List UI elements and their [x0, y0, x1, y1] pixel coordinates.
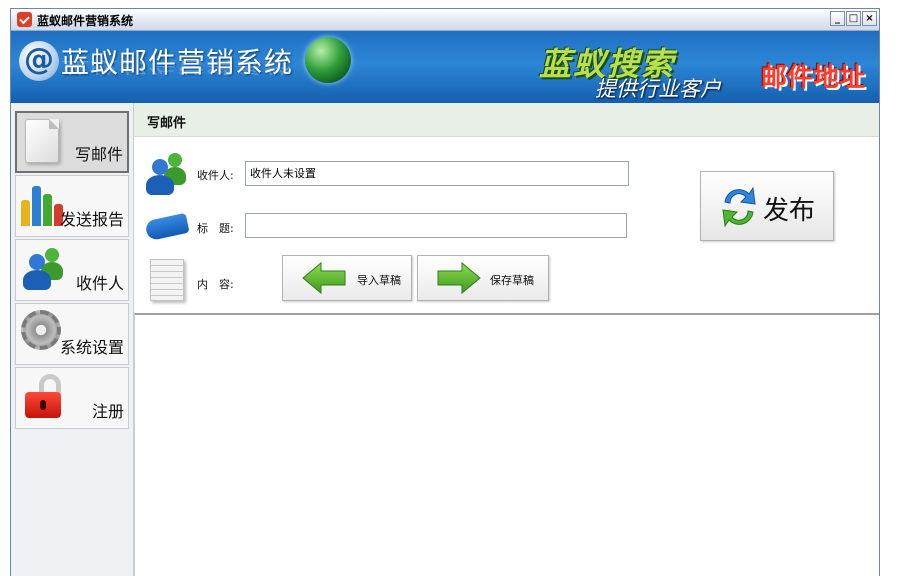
- subject-label: 标 题:: [197, 222, 234, 235]
- app-window: 蓝蚁邮件营销系统 _ □ × @ 蓝蚁邮件营销系统 蓝蚁邮件营销系统 蓝蚁搜索 …: [10, 8, 880, 576]
- users-icon: [21, 246, 65, 290]
- import-draft-label: 导入草稿: [357, 274, 401, 287]
- sidebar-item-send-report[interactable]: 发送报告: [15, 175, 129, 237]
- sidebar-item-label: 系统设置: [59, 338, 124, 357]
- sidebar-item-compose[interactable]: 写邮件: [15, 111, 129, 173]
- recipient-field[interactable]: 收件人未设置: [245, 161, 629, 186]
- banner-slogan-sub: 提供行业客户: [595, 77, 721, 101]
- document-icon: [25, 119, 59, 163]
- save-draft-button[interactable]: 保存草稿: [417, 255, 549, 301]
- subject-input[interactable]: [245, 213, 627, 238]
- arrow-left-icon: [302, 261, 346, 295]
- import-draft-button[interactable]: 导入草稿: [282, 255, 412, 301]
- header-banner: @ 蓝蚁邮件营销系统 蓝蚁邮件营销系统 蓝蚁搜索 提供行业客户 邮件地址: [11, 31, 879, 103]
- sidebar-item-label: 写邮件: [74, 145, 123, 164]
- recipient-users-icon: [144, 151, 188, 195]
- content-document-icon: [150, 259, 184, 301]
- sidebar-item-settings[interactable]: 系统设置: [15, 303, 129, 365]
- save-draft-label: 保存草稿: [490, 274, 534, 287]
- section-title: 写邮件: [147, 116, 187, 131]
- arrow-right-icon: [437, 261, 481, 295]
- title-bar: 蓝蚁邮件营销系统 _ □ ×: [11, 9, 879, 31]
- window-controls: _ □ ×: [830, 11, 877, 26]
- gear-icon: [21, 310, 65, 356]
- publish-button[interactable]: 发布: [700, 171, 834, 241]
- sidebar: 写邮件 发送报告 收件人 系统设置 注册: [11, 103, 134, 576]
- section-header: 写邮件: [134, 103, 879, 137]
- bar-chart-icon: [21, 182, 65, 226]
- content-label: 内 容:: [197, 278, 234, 291]
- tag-icon: [144, 212, 190, 242]
- unlock-icon: [21, 374, 65, 418]
- sidebar-item-recipients[interactable]: 收件人: [15, 239, 129, 301]
- window-title: 蓝蚁邮件营销系统: [37, 14, 134, 28]
- publish-label: 发布: [763, 196, 816, 226]
- sidebar-item-label: 收件人: [75, 274, 124, 293]
- app-icon: [17, 12, 32, 27]
- refresh-icon: [722, 186, 756, 228]
- sidebar-item-label: 发送报告: [59, 210, 124, 229]
- sidebar-item-register[interactable]: 注册: [15, 367, 129, 429]
- close-button[interactable]: ×: [862, 11, 877, 26]
- compose-panel: 写邮件 收件人: 收件人未设置 标 题: 内 容: 导入草稿 保存草稿 发布: [134, 103, 879, 576]
- recipient-label: 收件人:: [197, 169, 234, 182]
- at-logo-icon: @: [19, 41, 59, 81]
- banner-slogan-highlight: 邮件地址: [761, 63, 866, 93]
- content-editor[interactable]: [134, 313, 879, 576]
- sidebar-item-label: 注册: [91, 402, 124, 421]
- maximize-button[interactable]: □: [846, 11, 861, 26]
- banner-title-reflection: 蓝蚁邮件营销系统: [61, 58, 294, 77]
- globe-icon: [305, 37, 351, 83]
- minimize-button[interactable]: _: [830, 11, 845, 26]
